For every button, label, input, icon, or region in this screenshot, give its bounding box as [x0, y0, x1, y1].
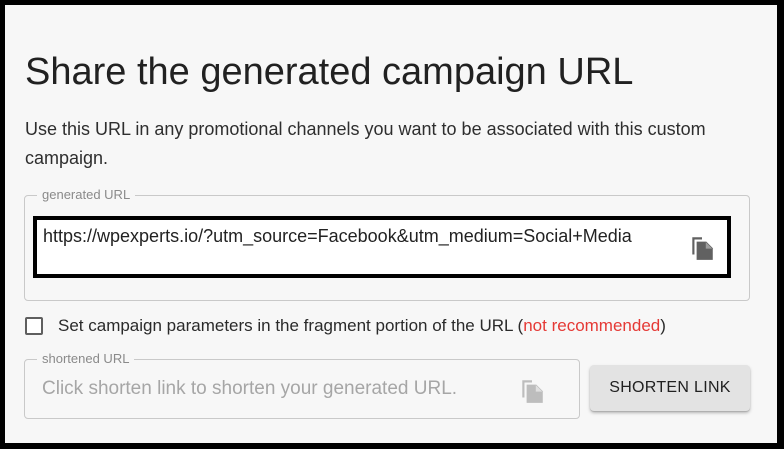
fragment-checkbox[interactable] — [25, 317, 43, 335]
shorten-link-button[interactable]: SHORTEN LINK — [590, 365, 750, 411]
generated-url-output[interactable]: https://wpexperts.io/?utm_source=Faceboo… — [33, 216, 731, 278]
share-campaign-url-panel: Share the generated campaign URL Use thi… — [5, 5, 777, 443]
generated-url-text[interactable]: https://wpexperts.io/?utm_source=Faceboo… — [43, 224, 673, 248]
copy-shortened-url-button[interactable] — [517, 375, 547, 405]
copy-generated-url-button[interactable] — [687, 232, 717, 262]
page-description: Use this URL in any promotional channels… — [25, 119, 706, 168]
fragment-option-label[interactable]: Set campaign parameters in the fragment … — [58, 315, 666, 337]
copy-icon — [522, 380, 543, 403]
fragment-option-row: Set campaign parameters in the fragment … — [25, 315, 666, 337]
generated-url-field: generated URL https://wpexperts.io/?utm_… — [24, 187, 750, 301]
fragment-option-text: Set campaign parameters in the fragment … — [58, 316, 524, 335]
generated-url-label: generated URL — [37, 187, 136, 203]
shortened-url-label: shortened URL — [37, 351, 135, 367]
page-title: Share the generated campaign URL — [25, 51, 634, 93]
copy-icon — [692, 237, 713, 260]
fragment-option-closing: ) — [660, 316, 666, 335]
shortened-url-placeholder[interactable]: Click shorten link to shorten your gener… — [42, 377, 457, 401]
not-recommended-warning: not recommended — [523, 316, 661, 335]
shortened-url-field: shortened URL Click shorten link to shor… — [24, 351, 580, 419]
